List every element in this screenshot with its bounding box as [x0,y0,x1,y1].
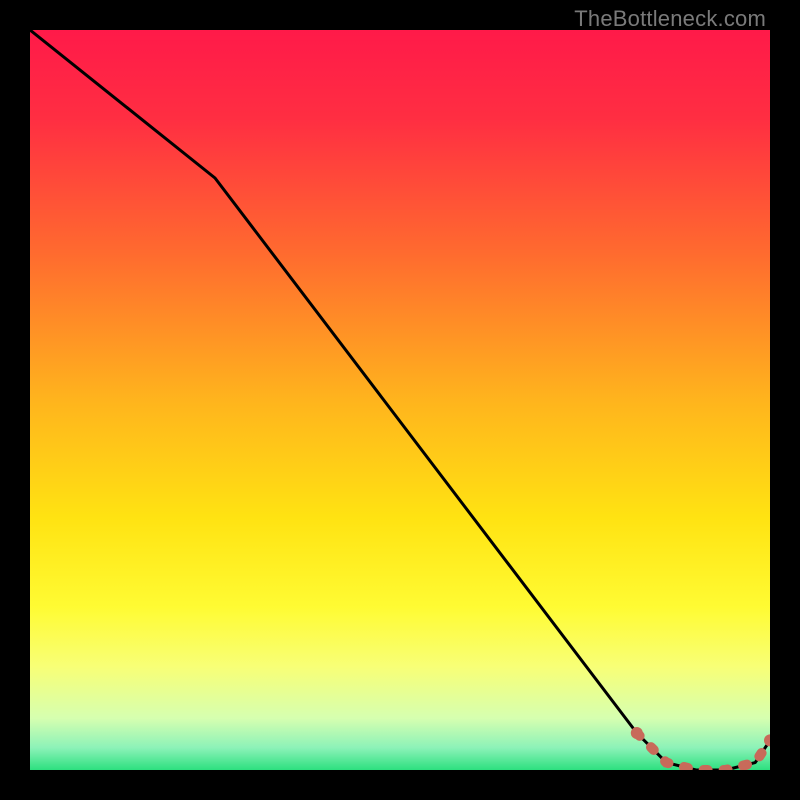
chart-frame [30,30,770,770]
chart-canvas [30,30,770,770]
watermark-label: TheBottleneck.com [574,6,766,32]
highlight-endpoint [631,727,643,739]
gradient-background [30,30,770,770]
